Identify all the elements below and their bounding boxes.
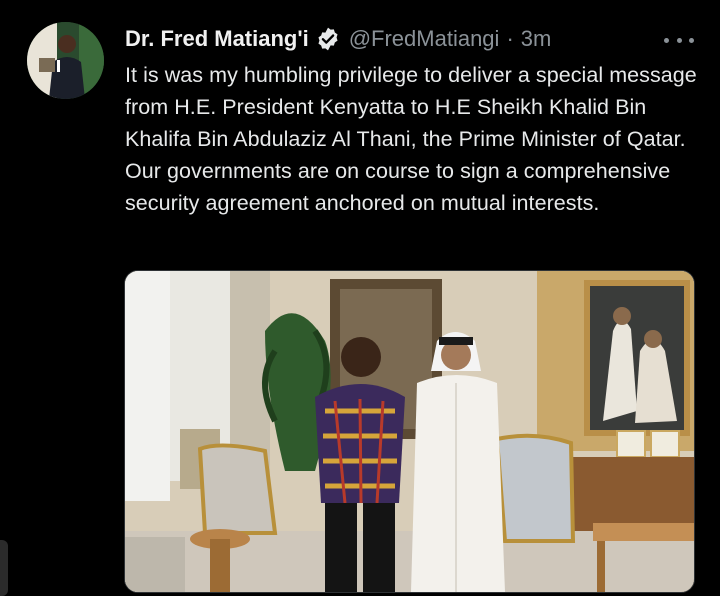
verified-icon xyxy=(315,26,341,52)
separator-dot: · xyxy=(506,26,514,51)
more-icon[interactable] xyxy=(664,30,694,50)
tweet-text: It is was my humbling privilege to deliv… xyxy=(125,63,697,215)
tweet-photo[interactable] xyxy=(124,270,695,593)
scroll-edge xyxy=(0,540,8,596)
author-handle[interactable]: @FredMatiangi xyxy=(349,26,500,52)
author-name[interactable]: Dr. Fred Matiang'i xyxy=(125,26,309,52)
tweet[interactable]: Dr. Fred Matiang'i @FredMatiangi · 3m It… xyxy=(0,0,720,596)
avatar[interactable] xyxy=(27,22,104,99)
timestamp[interactable]: 3m xyxy=(521,26,552,52)
tweet-header: Dr. Fred Matiang'i @FredMatiangi · 3m xyxy=(125,25,551,53)
